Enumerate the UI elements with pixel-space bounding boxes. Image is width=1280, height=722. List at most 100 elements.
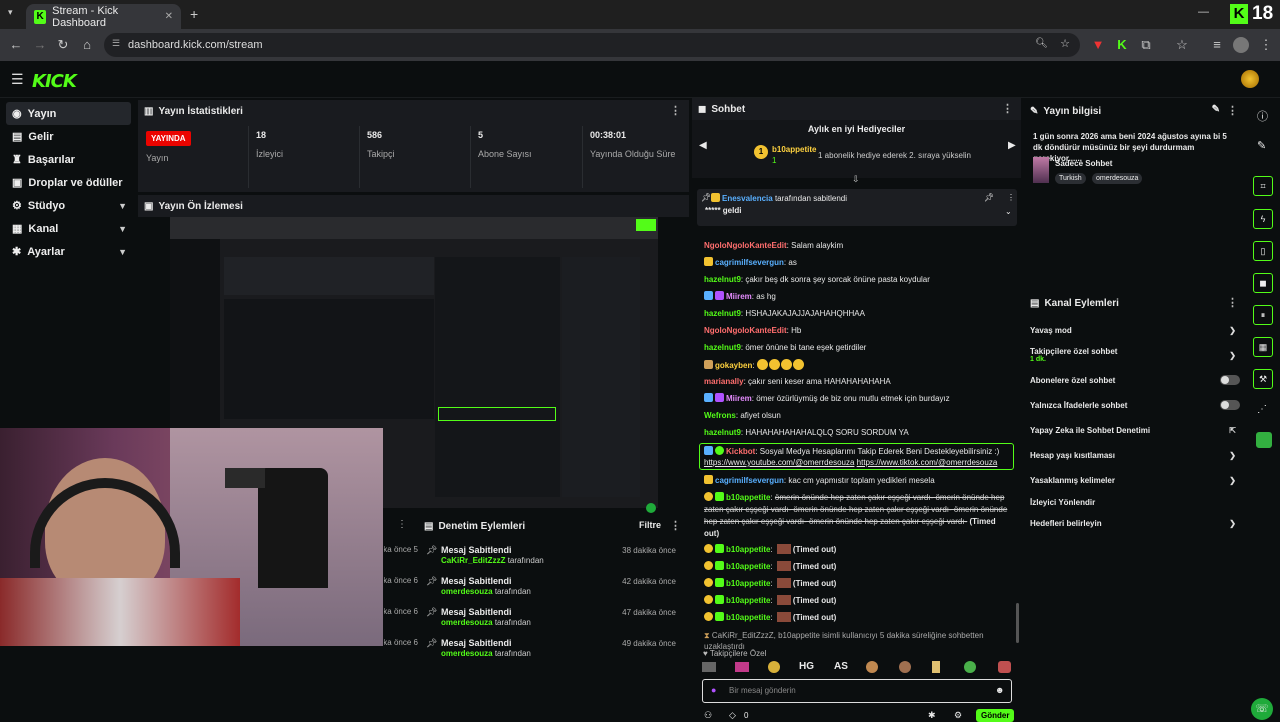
share-icon[interactable]: ⋰ [1257, 404, 1267, 415]
scroll-down-icon[interactable]: ⇩ [852, 174, 860, 185]
chat-username[interactable]: hazelnut9 [704, 343, 741, 352]
send-button[interactable]: Gönder [976, 709, 1015, 722]
pinned-message[interactable]: 📌︎ Enesvalencia tarafından sabitlendi **… [697, 189, 1017, 226]
kebab-menu-icon[interactable]: ⋮ [1227, 104, 1238, 117]
chat-input[interactable]: ● Bir mesaj gönderin ☻ [702, 679, 1012, 703]
emote-only-toggle[interactable] [1220, 400, 1240, 410]
emote-as[interactable]: AS [834, 661, 848, 672]
crop-icon[interactable]: ⌗ [1253, 176, 1273, 196]
emote-icon[interactable] [768, 661, 780, 673]
kebab-menu-icon[interactable]: ⋮ [670, 519, 681, 532]
chat-username[interactable]: hazelnut9 [704, 309, 741, 318]
moderation-row[interactable]: 📌︎ Mesaj Sabitlendi CaKiRr_EditZzzZ tarafı… [426, 545, 684, 575]
emote-icon[interactable] [998, 661, 1011, 673]
edit-icon[interactable]: ✎ [1212, 104, 1220, 115]
kebab-menu-icon[interactable]: ⋮ [1227, 296, 1238, 309]
extension-kick-icon[interactable]: K [1114, 37, 1130, 53]
tiktok-link[interactable]: https://www.tiktok.com/@omerrdesouza [857, 458, 998, 467]
lightning-icon[interactable]: ϟ [1253, 209, 1273, 229]
zoom-icon[interactable]: 🔍︎ [1035, 38, 1048, 49]
back-icon[interactable]: ← [8, 37, 24, 53]
reload-icon[interactable]: ↻ [55, 37, 71, 53]
home-icon[interactable]: ⌂ [79, 37, 95, 53]
extensions-icon[interactable]: ⧉ [1138, 37, 1154, 53]
pause-icon[interactable]: ⏸ [1253, 305, 1273, 325]
action-goals[interactable]: Hedefleri belirleyin ❯ [1030, 519, 1240, 528]
wrench-icon[interactable]: ⚒ [1253, 369, 1273, 389]
gear-icon[interactable]: ⚙ [954, 710, 962, 721]
chat-username[interactable]: marianally [704, 377, 744, 386]
hamburger-menu-icon[interactable]: ☰ [11, 71, 24, 88]
kick-logo[interactable]: KICK [32, 71, 77, 92]
chat-settings-icon[interactable]: ✱ [928, 710, 936, 721]
moderation-username[interactable]: omerdesouza [441, 618, 493, 627]
sidebar-item-gelir[interactable]: ▤ Gelir [0, 125, 137, 148]
moderation-row[interactable]: 📌︎ Mesaj Sabitlendi omerdesouza tarafından… [426, 638, 684, 668]
prev-arrow-icon[interactable]: ◀ [699, 140, 707, 151]
emote-icon[interactable] [702, 662, 716, 672]
chevron-down-icon[interactable]: ⌄ [1005, 207, 1012, 216]
moderation-row[interactable]: 📌︎ Mesaj Sabitlendi omerdesouza tarafından… [426, 607, 684, 637]
category-name[interactable]: Sadece Sohbet [1055, 159, 1112, 168]
pinned-menu-icon[interactable]: ⋮ [1007, 193, 1015, 202]
chat-username[interactable]: Kickbot [726, 447, 755, 456]
emote-icon[interactable] [899, 661, 911, 673]
profile-avatar-icon[interactable] [1233, 37, 1249, 53]
emote-hg[interactable]: HG [799, 661, 814, 672]
emoji-picker-icon[interactable]: ☻ [995, 685, 1004, 695]
sidebar-item-droplar[interactable]: ▣ Droplar ve ödüller [0, 171, 137, 194]
action-slow-mode[interactable]: Yavaş mod ❯ [1030, 326, 1240, 335]
chat-username[interactable]: Miirem [726, 292, 752, 301]
forward-icon[interactable]: → [32, 37, 48, 53]
tag-chip[interactable]: omerdesouza [1092, 173, 1143, 184]
help-chat-button[interactable]: ☏ [1251, 698, 1273, 720]
document-icon[interactable]: ▯ [1253, 241, 1273, 261]
filter-button[interactable]: Filtre [639, 520, 661, 530]
media-icon[interactable]: ≡ [1209, 37, 1225, 53]
calendar-icon[interactable]: ▦ [1253, 337, 1273, 357]
chat-username[interactable]: b10appetite [726, 596, 770, 605]
pinned-user[interactable]: Enesvalencia [722, 194, 773, 203]
tag-chip[interactable]: Turkish [1055, 173, 1086, 184]
action-ai-moderation[interactable]: Yapay Zeka ile Sohbet Denetimi ⇱ [1030, 426, 1240, 435]
emote-icon[interactable] [866, 661, 878, 673]
tab-search-icon[interactable]: ▾ [8, 7, 20, 19]
kebab-menu-icon[interactable]: ⋮ [670, 104, 681, 117]
chat-scrollbar[interactable] [1016, 603, 1019, 643]
tab-close-icon[interactable]: ✕ [165, 11, 173, 22]
info-icon[interactable]: ⓘ [1257, 108, 1268, 124]
minimize-button[interactable]: — [1198, 6, 1209, 18]
sidebar-item-yayin[interactable]: ◉ Yayın [6, 102, 131, 125]
site-info-icon[interactable]: ☰ [112, 38, 120, 49]
chat-bubble-icon[interactable]: ◼ [1253, 273, 1273, 293]
url-field[interactable]: ☰ dashboard.kick.com/stream 🔍︎ ☆ [104, 33, 1080, 57]
action-raid[interactable]: İzleyici Yönlendir [1030, 498, 1240, 507]
action-emote-only[interactable]: Yalnızca İfadelerle sohbet [1030, 400, 1240, 410]
sidebar-item-basarilar[interactable]: ♜ Başarılar [0, 148, 137, 171]
sidebar-item-studyo[interactable]: ⚙ Stüdyo ▼ [0, 194, 137, 217]
chat-username[interactable]: b10appetite [726, 579, 770, 588]
chat-username[interactable]: cagrimilfsevergun [715, 476, 784, 485]
moderation-username[interactable]: omerdesouza [441, 649, 493, 658]
new-tab-button[interactable]: + [190, 6, 198, 22]
sidebar-item-ayarlar[interactable]: ✱ Ayarlar ▼ [0, 240, 137, 263]
chat-username[interactable]: b10appetite [726, 493, 770, 502]
moderation-username[interactable]: omerdesouza [441, 587, 493, 596]
unpin-icon[interactable]: 📌︎ [984, 193, 994, 202]
chat-username[interactable]: NgoloNgoloKanteEdit [704, 326, 787, 335]
emote-icon[interactable] [964, 661, 976, 673]
chat-username[interactable]: Miirem [726, 394, 752, 403]
subs-only-toggle[interactable] [1220, 375, 1240, 385]
action-banned-words[interactable]: Yasaklanmış kelimeler ❯ [1030, 476, 1240, 485]
action-account-age[interactable]: Hesap yaşı kısıtlaması ❯ [1030, 451, 1240, 460]
bookmark-star-icon[interactable]: ☆ [1060, 37, 1070, 50]
chat-username[interactable]: NgoloNgoloKanteEdit [704, 241, 787, 250]
next-arrow-icon[interactable]: ▶ [1008, 140, 1016, 151]
browser-tab[interactable]: K Stream - Kick Dashboard ✕ [26, 4, 181, 29]
moderation-row[interactable]: 📌︎ Mesaj Sabitlendi omerdesouza tarafından… [426, 576, 684, 606]
youtube-link[interactable]: https://www.youtube.com/@omerrdesouza [704, 458, 854, 467]
emote-icon[interactable] [932, 661, 940, 673]
people-icon[interactable]: ⚇ [704, 710, 712, 721]
kebab-menu-icon[interactable]: ⋮ [1002, 102, 1013, 115]
action-subs-only[interactable]: Abonelere özel sohbet [1030, 375, 1240, 385]
